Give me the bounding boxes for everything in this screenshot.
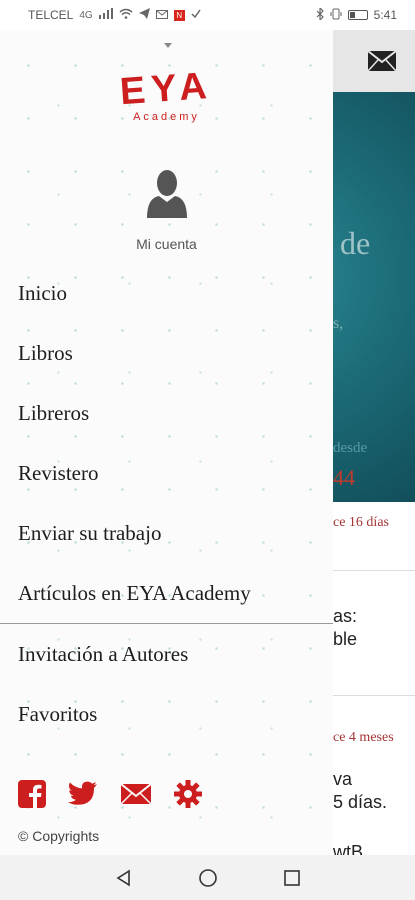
status-bar: TELCEL 4G N 5:41 xyxy=(0,0,415,30)
twitter-icon[interactable] xyxy=(68,781,98,807)
navigation-drawer: EYA Academy Mi cuenta Inicio Libros Libr… xyxy=(0,30,333,855)
menu-item-libreros[interactable]: Libreros xyxy=(0,383,333,443)
network-type: 4G xyxy=(79,9,93,21)
battery-icon xyxy=(347,10,368,20)
check-icon xyxy=(191,8,201,22)
facebook-icon[interactable] xyxy=(18,780,46,808)
hero-subtitle-fragment: s, xyxy=(333,315,344,332)
menu-item-invitacion-autores[interactable]: Invitación a Autores xyxy=(0,624,333,684)
drawer-menu: Inicio Libros Libreros Revistero Enviar … xyxy=(0,263,333,744)
post-text-2-line-2: 5 días. xyxy=(333,792,388,812)
email-icon[interactable] xyxy=(120,783,152,805)
post-text-1-line-1: as: xyxy=(333,606,358,626)
menu-item-revistero[interactable]: Revistero xyxy=(0,443,333,503)
hero-title-fragment: de xyxy=(340,225,371,261)
vibrate-icon xyxy=(330,8,342,23)
wifi-icon xyxy=(119,8,133,22)
copyright-text: © Copyrights xyxy=(18,828,100,844)
logo-text: EYA xyxy=(118,64,215,114)
system-nav-bar xyxy=(0,855,415,900)
account-label[interactable]: Mi cuenta xyxy=(0,236,333,252)
divider xyxy=(333,695,415,696)
logo-subtitle: Academy xyxy=(133,111,200,123)
hero-number-fragment: 44 xyxy=(333,465,355,490)
menu-item-favoritos[interactable]: Favoritos xyxy=(0,684,333,744)
signal-icon xyxy=(98,8,113,22)
telegram-icon xyxy=(138,8,150,22)
back-icon[interactable] xyxy=(115,869,133,887)
home-icon[interactable] xyxy=(198,868,218,888)
post-text-1: as: ble xyxy=(333,605,357,651)
post-text-1-line-2: ble xyxy=(333,629,358,649)
carrier-label: TELCEL xyxy=(28,8,74,22)
menu-item-enviar-trabajo[interactable]: Enviar su trabajo xyxy=(0,503,333,563)
hero-desde-fragment: desde xyxy=(333,440,368,456)
post-text-2: va 5 días. xyxy=(333,768,387,814)
clock-time: 5:41 xyxy=(373,8,397,22)
post-text-3: wtB xyxy=(333,842,364,855)
post-time-1: ce 16 días xyxy=(333,515,389,530)
settings-icon[interactable] xyxy=(174,780,202,808)
avatar-icon[interactable] xyxy=(145,168,189,218)
menu-item-inicio[interactable]: Inicio xyxy=(0,263,333,323)
mail-icon[interactable] xyxy=(367,50,397,72)
menu-item-articulos[interactable]: Artículos en EYA Academy xyxy=(0,563,333,623)
post-time-2: ce 4 meses xyxy=(333,730,394,745)
recents-icon[interactable] xyxy=(283,869,301,887)
menu-item-libros[interactable]: Libros xyxy=(0,323,333,383)
chevron-down-icon xyxy=(164,40,172,50)
mail-icon xyxy=(155,8,168,22)
bluetooth-icon xyxy=(316,6,324,23)
notification-icon: N xyxy=(173,9,185,21)
post-text-2-line-1: va xyxy=(333,769,353,789)
social-links xyxy=(18,780,202,808)
logo: EYA Academy xyxy=(0,64,333,123)
divider xyxy=(333,570,415,571)
